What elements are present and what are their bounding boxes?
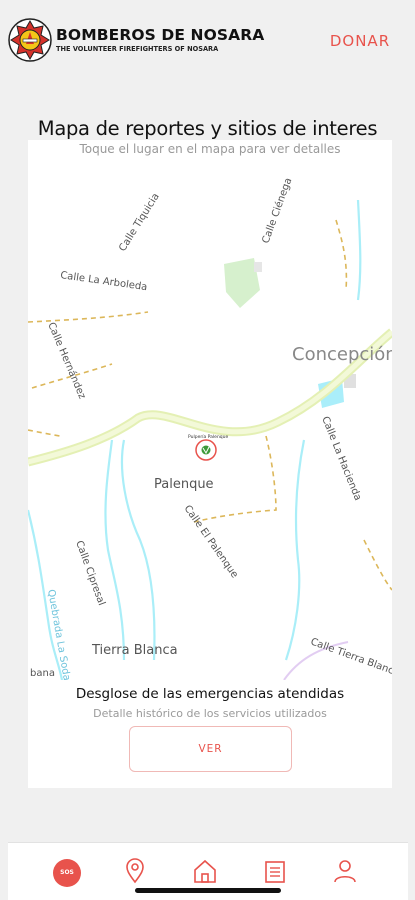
- nav-profile[interactable]: [332, 857, 362, 887]
- app-header: BOMBEROS DE NOSARA THE VOLUNTEER FIREFIG…: [0, 0, 415, 80]
- brand-title: BOMBEROS DE NOSARA: [56, 26, 265, 44]
- location-marker-icon[interactable]: [195, 439, 217, 461]
- nav-sos[interactable]: SOS: [53, 857, 83, 887]
- home-indicator[interactable]: [135, 888, 281, 893]
- user-icon[interactable]: [332, 857, 358, 885]
- map-label-concepcion: Concepción: [292, 344, 392, 365]
- sos-icon[interactable]: SOS: [53, 859, 81, 887]
- home-icon[interactable]: [192, 857, 218, 885]
- map-label-bana: bana: [30, 668, 55, 679]
- emergencies-subtitle: Detalle histórico de los servicios utili…: [93, 707, 327, 720]
- brand-subtitle: THE VOLUNTEER FIREFIGHTERS OF NOSARA: [56, 45, 219, 53]
- emergencies-title: Desglose de las emergencias atendidas: [75, 686, 345, 702]
- list-icon[interactable]: [262, 857, 288, 885]
- page-title: Mapa de reportes y sitios de interes: [37, 117, 378, 140]
- map-view[interactable]: Calle Tiquicia Calle Ciénega Calle La Ar…: [28, 140, 392, 680]
- view-emergencies-button[interactable]: VER: [129, 726, 292, 772]
- map-subtitle: Toque el lugar en el mapa para ver detal…: [79, 142, 341, 156]
- map-canvas[interactable]: Calle Tiquicia Calle Ciénega Calle La Ar…: [28, 140, 392, 680]
- location-pin-icon[interactable]: [122, 857, 148, 885]
- nav-home[interactable]: [192, 857, 222, 887]
- fire-department-logo: [8, 18, 52, 62]
- nav-map[interactable]: [122, 857, 152, 887]
- map-label-palenque: Palenque: [154, 477, 214, 492]
- content-card: Calle Tiquicia Calle Ciénega Calle La Ar…: [28, 140, 392, 788]
- map-label-tierra-blanca: Tierra Blanca: [91, 643, 178, 658]
- nav-list[interactable]: [262, 857, 292, 887]
- donate-button[interactable]: DONAR: [318, 30, 402, 52]
- map-pin-label: Pulpería Palenque: [188, 433, 228, 440]
- building: [254, 262, 262, 272]
